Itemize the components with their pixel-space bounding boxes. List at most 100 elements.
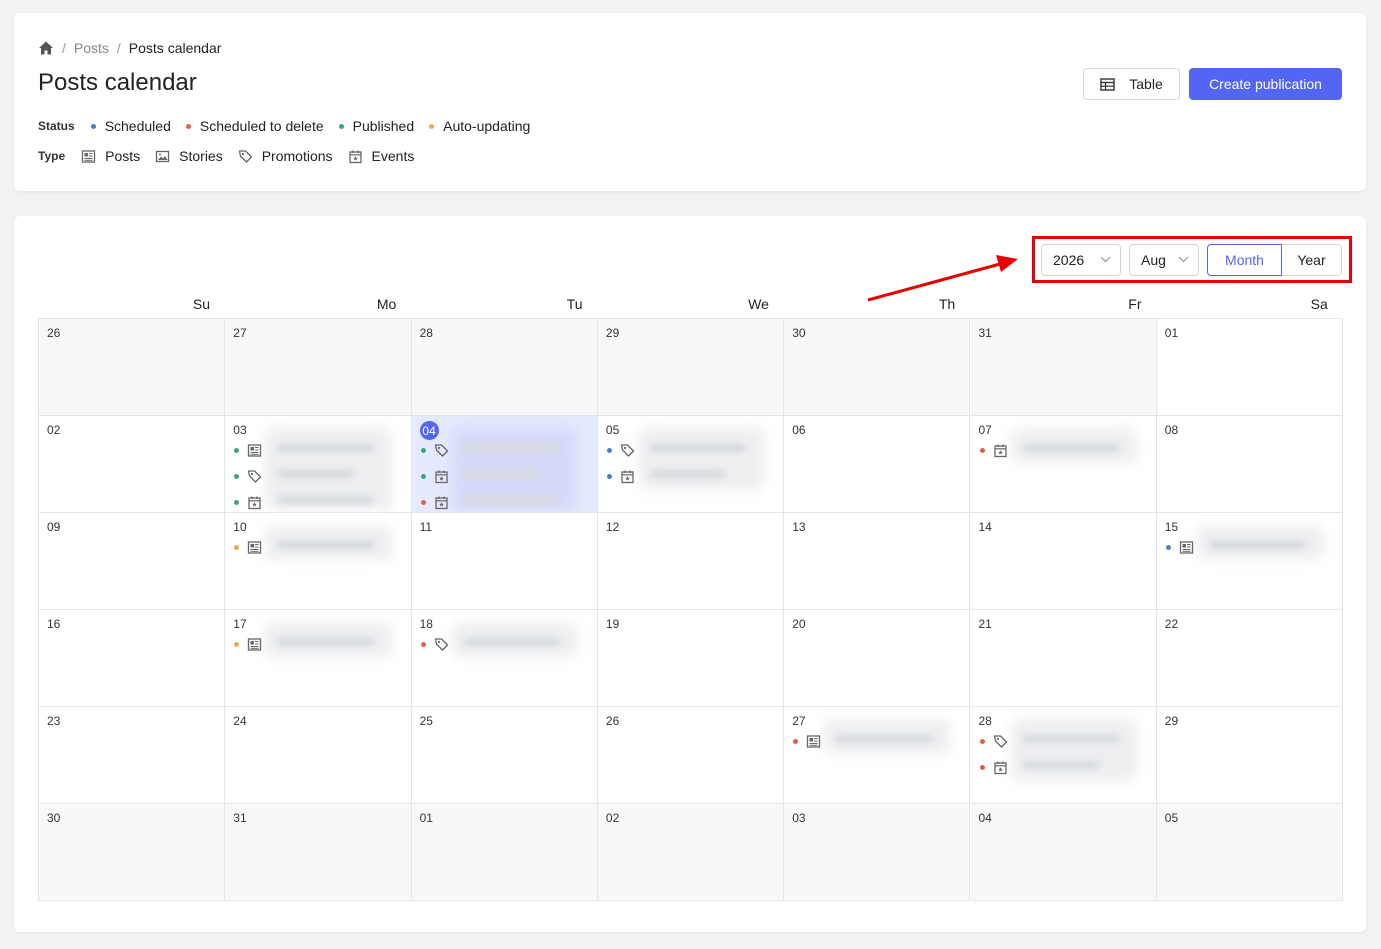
event-item[interactable] bbox=[606, 469, 635, 484]
breadcrumb-current: Posts calendar bbox=[128, 40, 222, 56]
calendar-day[interactable]: 02 bbox=[597, 804, 785, 901]
day-number: 03 bbox=[792, 811, 806, 825]
calendar-day[interactable]: 19 bbox=[597, 610, 785, 707]
event-item[interactable] bbox=[979, 443, 1008, 458]
calendar-day[interactable]: 12 bbox=[597, 513, 785, 610]
calendar-day[interactable]: 02 bbox=[39, 416, 226, 513]
month-select[interactable]: Aug bbox=[1129, 244, 1199, 276]
calendar-day[interactable]: 06 bbox=[784, 416, 971, 513]
view-toggle: Month Year bbox=[1207, 244, 1342, 276]
calendar-day[interactable]: 28 bbox=[411, 319, 598, 416]
day-number: 04 bbox=[419, 421, 439, 440]
calendar-day[interactable]: 28 bbox=[970, 707, 1157, 804]
month-view-button[interactable]: Month bbox=[1207, 244, 1282, 276]
calendar-day[interactable]: 07 bbox=[970, 416, 1157, 513]
day-number: 01 bbox=[419, 811, 433, 825]
calendar-day[interactable]: 03 bbox=[225, 416, 412, 513]
day-number: 20 bbox=[792, 617, 806, 631]
event-item[interactable] bbox=[234, 637, 262, 652]
breadcrumb-posts-link[interactable]: Posts bbox=[74, 40, 109, 56]
event-title-blurred bbox=[277, 470, 354, 478]
calendar-day[interactable]: 27 bbox=[225, 319, 412, 416]
calendar-day[interactable]: 30 bbox=[784, 319, 971, 416]
day-number: 22 bbox=[1164, 617, 1179, 631]
event-item[interactable] bbox=[979, 760, 1008, 775]
day-number: 13 bbox=[792, 520, 806, 534]
calendar-day[interactable]: 24 bbox=[225, 707, 412, 804]
calendar-day[interactable]: 10 bbox=[225, 513, 412, 610]
day-number: 28 bbox=[419, 326, 433, 340]
calendar-day[interactable]: 29 bbox=[597, 319, 785, 416]
calendar-day[interactable]: 01 bbox=[1156, 319, 1344, 416]
calendar-day[interactable]: 04 bbox=[970, 804, 1157, 901]
calendar-day[interactable]: 22 bbox=[1156, 610, 1344, 707]
calendar-day[interactable]: 30 bbox=[39, 804, 226, 901]
calendar-day[interactable]: 16 bbox=[39, 610, 226, 707]
event-title-blurred bbox=[463, 496, 560, 504]
calendar-day[interactable]: 03 bbox=[784, 804, 971, 901]
calendar-day[interactable]: 14 bbox=[970, 513, 1157, 610]
event-item[interactable] bbox=[979, 734, 1008, 749]
event-item[interactable] bbox=[234, 469, 262, 484]
calendar-day[interactable]: 29 bbox=[1156, 707, 1344, 804]
event-item[interactable] bbox=[420, 443, 449, 458]
event-item[interactable] bbox=[420, 495, 449, 510]
calendar-day[interactable]: 05 bbox=[597, 416, 785, 513]
year-select-value: 2026 bbox=[1053, 252, 1085, 268]
event-item[interactable] bbox=[793, 734, 821, 749]
event-title-blurred bbox=[277, 496, 374, 504]
weekday-label: Tu bbox=[566, 296, 583, 312]
calendar-day[interactable]: 13 bbox=[784, 513, 971, 610]
weekday-label: Fr bbox=[1128, 296, 1142, 312]
event-preview-blurred[interactable] bbox=[1010, 719, 1137, 781]
event-preview-blurred[interactable] bbox=[637, 428, 765, 490]
event-title-blurred bbox=[277, 638, 374, 646]
event-item[interactable] bbox=[234, 495, 262, 510]
calendar-day[interactable]: 11 bbox=[411, 513, 598, 610]
day-number: 31 bbox=[233, 811, 247, 825]
event-item[interactable] bbox=[420, 469, 449, 484]
event-title-blurred bbox=[1208, 541, 1306, 549]
day-number: 21 bbox=[978, 617, 992, 631]
calendar-day[interactable]: 05 bbox=[1156, 804, 1344, 901]
post-icon bbox=[1179, 541, 1193, 554]
table-view-button[interactable]: Table bbox=[1083, 68, 1180, 100]
event-title-blurred bbox=[463, 444, 560, 452]
event-item[interactable] bbox=[234, 540, 262, 555]
event-item[interactable] bbox=[420, 637, 449, 652]
year-view-button[interactable]: Year bbox=[1282, 244, 1342, 276]
calendar-day[interactable]: 31 bbox=[225, 804, 412, 901]
calendar-day[interactable]: 17 bbox=[225, 610, 412, 707]
calendar-day[interactable]: 27 bbox=[784, 707, 971, 804]
event-title-blurred bbox=[1022, 444, 1119, 452]
calendar-day[interactable]: 26 bbox=[597, 707, 785, 804]
event-status-dot bbox=[234, 448, 240, 453]
calendar-day[interactable]: 31 bbox=[970, 319, 1157, 416]
type-label: Stories bbox=[179, 148, 223, 164]
event-status-dot bbox=[420, 448, 426, 453]
table-icon bbox=[1100, 77, 1115, 91]
calendar-day[interactable]: 15 bbox=[1156, 513, 1344, 610]
event-item[interactable] bbox=[1165, 540, 1194, 555]
day-number: 01 bbox=[1164, 326, 1179, 340]
calendar-day[interactable]: 01 bbox=[411, 804, 598, 901]
event-item[interactable] bbox=[234, 443, 262, 458]
calendar-day[interactable]: 09 bbox=[39, 513, 226, 610]
calendar-day[interactable]: 08 bbox=[1156, 416, 1344, 513]
event-status-dot bbox=[1165, 545, 1171, 550]
status-legend-label: Status bbox=[38, 119, 75, 133]
day-number: 11 bbox=[419, 520, 433, 534]
calendar-day[interactable]: 23 bbox=[39, 707, 226, 804]
calendar-day[interactable]: 18 bbox=[411, 610, 598, 707]
home-icon[interactable] bbox=[38, 40, 54, 56]
calendar-day[interactable]: 21 bbox=[970, 610, 1157, 707]
calendar-day-today[interactable]: 04 bbox=[411, 416, 598, 513]
calendar-day[interactable]: 25 bbox=[411, 707, 598, 804]
calendar-day[interactable]: 26 bbox=[39, 319, 226, 416]
event-item[interactable] bbox=[606, 443, 635, 458]
day-number: 27 bbox=[792, 714, 806, 728]
event-title-blurred bbox=[277, 444, 374, 452]
create-publication-button[interactable]: Create publication bbox=[1189, 68, 1342, 100]
calendar-day[interactable]: 20 bbox=[784, 610, 971, 707]
year-select[interactable]: 2026 bbox=[1041, 244, 1121, 276]
